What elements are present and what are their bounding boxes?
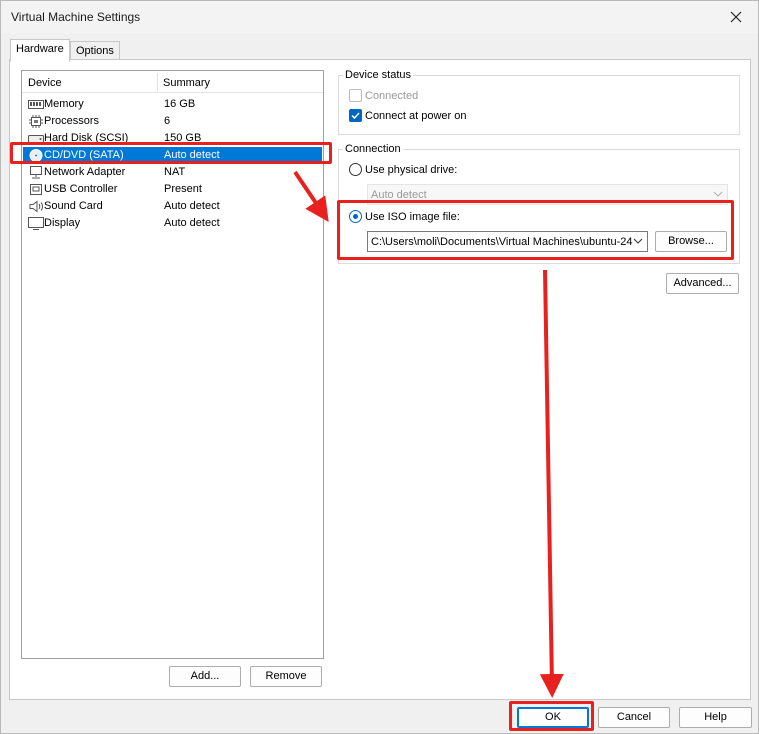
device-row-processors[interactable]: Processors 6: [23, 113, 322, 130]
column-header-device[interactable]: Device: [28, 77, 62, 89]
device-summary: Auto detect: [164, 217, 220, 229]
connection-title: Connection: [343, 143, 403, 155]
annotation-box-ok: [509, 701, 594, 731]
device-row-display[interactable]: Display Auto detect: [23, 215, 322, 232]
memory-icon: [28, 100, 44, 109]
help-button[interactable]: Help: [679, 707, 752, 728]
connected-label: Connected: [365, 90, 419, 102]
device-status-group: [338, 75, 740, 135]
device-summary: 16 GB: [164, 98, 196, 110]
device-summary: Present: [164, 183, 202, 195]
chevron-down-icon: [713, 191, 723, 197]
close-icon: [730, 11, 742, 23]
window-title: Virtual Machine Settings: [11, 10, 141, 24]
use-physical-drive-label: Use physical drive:: [365, 164, 458, 176]
tab-options[interactable]: Options: [70, 41, 120, 61]
device-name: Display: [44, 217, 81, 229]
annotation-box-cd-dvd: [10, 142, 332, 164]
device-name: USB Controller: [44, 183, 118, 195]
title-bar: Virtual Machine Settings: [1, 1, 758, 33]
processor-icon: [29, 115, 43, 128]
tab-hardware[interactable]: Hardware: [10, 39, 70, 62]
device-row-memory[interactable]: Memory 16 GB: [23, 96, 322, 113]
use-physical-drive-radio[interactable]: [349, 163, 362, 176]
network-adapter-icon: [30, 166, 42, 179]
add-device-button[interactable]: Add...: [169, 666, 241, 687]
connected-checkbox[interactable]: [349, 89, 362, 102]
device-name: Memory: [44, 98, 84, 110]
device-name: Processors: [44, 115, 100, 127]
cancel-button[interactable]: Cancel: [598, 707, 670, 728]
checkmark-icon: [351, 112, 360, 120]
device-summary: Auto detect: [164, 200, 220, 212]
device-row-network-adapter[interactable]: Network Adapter NAT: [23, 164, 322, 181]
column-separator[interactable]: [157, 73, 158, 91]
advanced-button[interactable]: Advanced...: [666, 273, 739, 294]
device-summary: NAT: [164, 166, 186, 178]
device-summary: 6: [164, 115, 171, 127]
connect-at-power-on-checkbox[interactable]: [349, 109, 362, 122]
annotation-box-iso: [337, 200, 734, 260]
remove-device-button[interactable]: Remove: [250, 666, 322, 687]
device-row-sound-card[interactable]: Sound Card Auto detect: [23, 198, 322, 215]
device-status-title: Device status: [343, 69, 414, 81]
connect-at-power-on-label: Connect at power on: [365, 110, 467, 122]
device-row-usb-controller[interactable]: USB Controller Present: [23, 181, 322, 198]
device-list-header: Device Summary: [22, 71, 323, 93]
column-header-summary[interactable]: Summary: [163, 77, 210, 89]
sound-card-icon: [29, 200, 43, 213]
close-button[interactable]: [714, 1, 758, 33]
device-name: Sound Card: [44, 200, 103, 212]
usb-icon: [30, 184, 42, 195]
device-name: Network Adapter: [44, 166, 126, 178]
display-icon: [28, 217, 44, 230]
vm-settings-window: Virtual Machine Settings Hardware Option…: [0, 0, 759, 734]
